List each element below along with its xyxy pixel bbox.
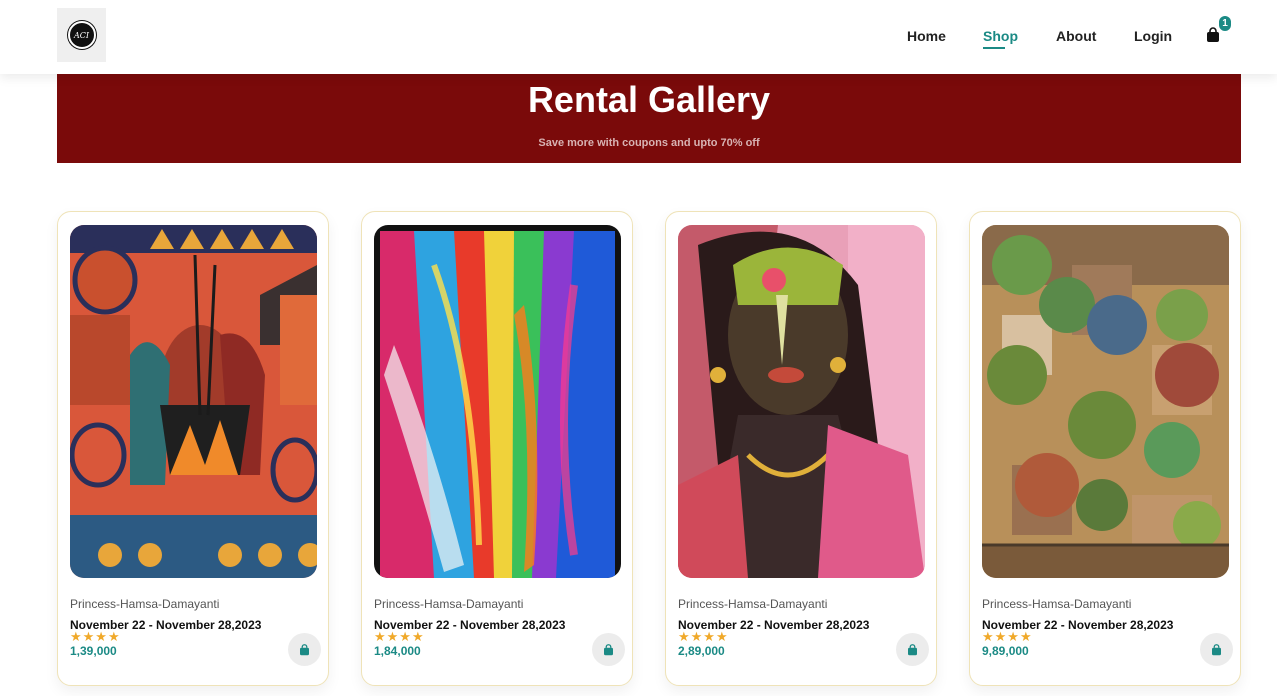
product-image[interactable] [678,225,925,578]
product-price: 1,84,000 [374,644,421,658]
nav-shop[interactable]: Shop [983,28,1018,44]
banner-title: Rental Gallery [527,79,771,120]
top-header: ACI Home Shop About Login 1 [0,0,1277,74]
nav-about[interactable]: About [1056,28,1096,44]
product-card[interactable]: Princess-Hamsa-Damayanti November 22 - N… [57,211,329,686]
shopping-bag-icon [1207,27,1219,42]
product-price: 2,89,000 [678,644,725,658]
banner-subtitle: Save more with coupons and upto 70% off [538,137,760,149]
star-rating: ★★★★ [70,629,121,644]
shopping-bag-icon [604,643,613,655]
product-image[interactable] [70,225,317,578]
cart-count-badge: 1 [1219,16,1231,31]
artist-name: Princess-Hamsa-Damayanti [678,597,828,611]
product-card[interactable]: Princess-Hamsa-Damayanti November 22 - N… [665,211,937,686]
star-rating: ★★★★ [678,629,729,644]
active-nav-underline [983,47,1005,49]
tribal-painting-image [70,225,317,578]
add-to-cart-button[interactable] [1200,633,1233,666]
portrait-painting-image [678,225,925,578]
nav-login[interactable]: Login [1134,28,1172,44]
shopping-bag-icon [908,643,917,655]
nav-home[interactable]: Home [907,28,946,44]
product-price: 9,89,000 [982,644,1029,658]
artist-name: Princess-Hamsa-Damayanti [70,597,220,611]
star-rating: ★★★★ [374,629,425,644]
hero-banner: Rental Gallery Save more with coupons an… [57,74,1241,163]
shopping-bag-icon [1212,643,1221,655]
add-to-cart-button[interactable] [592,633,625,666]
add-to-cart-button[interactable] [896,633,929,666]
abstract-painting-image [374,225,621,578]
product-image[interactable] [982,225,1229,578]
star-rating: ★★★★ [982,629,1033,644]
artist-name: Princess-Hamsa-Damayanti [982,597,1132,611]
main-nav: Home Shop About Login [0,0,1277,74]
shopping-bag-icon [300,643,309,655]
artist-name: Princess-Hamsa-Damayanti [374,597,524,611]
add-to-cart-button[interactable] [288,633,321,666]
village-painting-image [982,225,1229,578]
product-price: 1,39,000 [70,644,117,658]
product-card[interactable]: Princess-Hamsa-Damayanti November 22 - N… [361,211,633,686]
product-card[interactable]: Princess-Hamsa-Damayanti November 22 - N… [969,211,1241,686]
product-image[interactable] [374,225,621,578]
